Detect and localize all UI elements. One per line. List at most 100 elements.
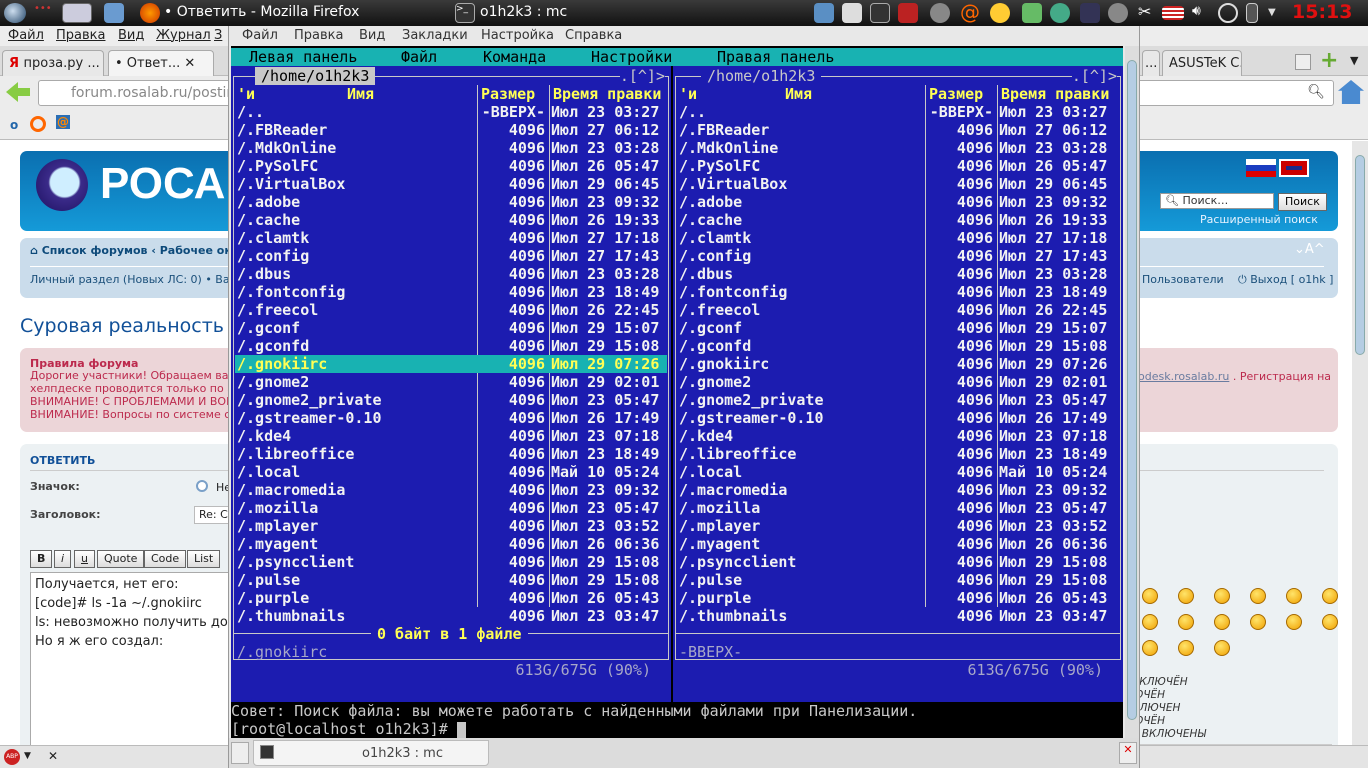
- tab-hidden[interactable]: ...: [1142, 50, 1160, 76]
- smiley-icon[interactable]: [1250, 614, 1266, 630]
- advanced-search-link[interactable]: Расширенный поиск: [1200, 213, 1318, 226]
- search-input[interactable]: 🔍︎ Поиск…: [1160, 193, 1274, 209]
- ff-menu-bookmarks[interactable]: З: [214, 28, 222, 43]
- smiley-icon[interactable]: [1178, 640, 1194, 656]
- keyboard-layout-us-icon[interactable]: [1162, 6, 1184, 20]
- mc-right-panel[interactable]: /home/o1h2k3 .[^]> 'и Имя Размер Время правки…: [673, 66, 1123, 702]
- tab-scroll-left-icon[interactable]: [1295, 54, 1311, 70]
- terminal[interactable]: Левая панель Файл Команда Настройки Прав…: [231, 46, 1123, 738]
- col-size[interactable]: Размер: [929, 85, 983, 103]
- file-row[interactable]: /.local 4096 Май 10 05:24: [677, 463, 1119, 481]
- file-row[interactable]: /.clamtk 4096 Июл 27 17:18: [235, 229, 667, 247]
- file-row[interactable]: /.VirtualBox 4096 Июл 29 06:45: [677, 175, 1119, 193]
- file-row[interactable]: /.fontconfig 4096 Июл 23 18:49: [677, 283, 1119, 301]
- file-row[interactable]: /.. -ВВЕРХ- Июл 23 03:27: [677, 103, 1119, 121]
- message-textarea[interactable]: Получается, нет его: [code]# ls -1a ~/.g…: [30, 572, 259, 745]
- file-row[interactable]: /.gconf 4096 Июл 29 15:07: [677, 319, 1119, 337]
- smiley-icon[interactable]: [1178, 588, 1194, 604]
- file-row[interactable]: /.mozilla 4096 Июл 23 05:47: [235, 499, 667, 517]
- new-tab-icon[interactable]: [231, 742, 249, 764]
- file-row[interactable]: /.. -ВВЕРХ- Июл 23 03:27: [235, 103, 667, 121]
- file-row[interactable]: /.freecol 4096 Июл 26 22:45: [235, 301, 667, 319]
- code-button[interactable]: Code: [144, 550, 187, 568]
- konsole-menu-view[interactable]: Вид: [359, 28, 385, 43]
- bold-button[interactable]: B: [30, 550, 53, 568]
- flag-ru-icon[interactable]: [1246, 159, 1276, 177]
- smiley-icon[interactable]: [1178, 614, 1194, 630]
- adblock-menu-icon[interactable]: ▼: [24, 751, 31, 761]
- page-scrollbar[interactable]: [1352, 141, 1368, 745]
- smiley-icon[interactable]: [1322, 588, 1338, 604]
- firefox-icon[interactable]: [140, 3, 160, 23]
- dots-icon[interactable]: •••: [34, 3, 54, 23]
- scissors-icon[interactable]: ✂: [1138, 2, 1158, 22]
- mc-menu-left[interactable]: Левая панель: [249, 48, 357, 66]
- battery-icon[interactable]: [1246, 3, 1258, 23]
- tab-list-icon[interactable]: ▼: [1350, 54, 1358, 67]
- file-row[interactable]: /.kde4 4096 Июл 23 07:18: [677, 427, 1119, 445]
- file-row[interactable]: /.gnome2 4096 Июл 29 02:01: [677, 373, 1119, 391]
- file-row[interactable]: /.macromedia 4096 Июл 23 09:32: [235, 481, 667, 499]
- clipboard-icon[interactable]: [842, 3, 862, 23]
- ff-menu-edit[interactable]: Правка: [56, 28, 105, 43]
- terminal-icon[interactable]: [870, 3, 890, 23]
- file-row[interactable]: /.myagent 4096 Июл 26 06:36: [677, 535, 1119, 553]
- underline-button[interactable]: u: [74, 550, 95, 568]
- sort-indicator[interactable]: 'и: [237, 85, 255, 103]
- panel-path[interactable]: /home/o1h2k3: [701, 67, 822, 85]
- font-size-control[interactable]: ⌄A^: [1294, 242, 1325, 257]
- file-row[interactable]: /.mplayer 4096 Июл 23 03:52: [677, 517, 1119, 535]
- download-icon[interactable]: [1022, 3, 1042, 23]
- file-row[interactable]: /.gconfd 4096 Июл 29 15:08: [677, 337, 1119, 355]
- file-row[interactable]: /.purple 4096 Июл 26 05:43: [235, 589, 667, 607]
- adblock-icon[interactable]: ABP: [4, 749, 20, 765]
- file-row[interactable]: /.gconf 4096 Июл 29 15:07: [235, 319, 667, 337]
- chat-icon[interactable]: [990, 3, 1010, 23]
- file-row[interactable]: /.freecol 4096 Июл 26 22:45: [677, 301, 1119, 319]
- personal-section-link[interactable]: Личный раздел (Новых ЛС: 0) • Ваш: [30, 273, 240, 286]
- file-row[interactable]: /.gnome2_private 4096 Июл 23 05:47: [235, 391, 667, 409]
- panel-history-control[interactable]: .[^]>: [1071, 67, 1117, 85]
- col-name[interactable]: Имя: [785, 85, 812, 103]
- file-row[interactable]: /.config 4096 Июл 27 17:43: [677, 247, 1119, 265]
- show-desktop-icon[interactable]: [62, 3, 92, 23]
- mc-menu-options[interactable]: Настройки: [591, 48, 672, 66]
- dictionary-icon[interactable]: [898, 3, 918, 23]
- file-row[interactable]: /.gnokiirc 4096 Июл 29 07:26: [235, 355, 667, 373]
- volume-icon[interactable]: 🔊︎: [1192, 3, 1212, 23]
- media-icon[interactable]: [930, 3, 950, 23]
- icon-radio[interactable]: [196, 480, 208, 492]
- col-time[interactable]: Время правки: [1001, 85, 1109, 103]
- app-menu-icon[interactable]: [4, 3, 26, 23]
- file-row[interactable]: /.psyncclient 4096 Июл 29 15:08: [235, 553, 667, 571]
- mc-menu-command[interactable]: Команда: [483, 48, 546, 66]
- smiley-icon[interactable]: [1286, 614, 1302, 630]
- file-row[interactable]: /.psyncclient 4096 Июл 29 15:08: [677, 553, 1119, 571]
- search-button[interactable]: Поиск: [1278, 193, 1327, 211]
- col-time[interactable]: Время правки: [553, 85, 661, 103]
- flag-uk-icon[interactable]: [1279, 159, 1309, 177]
- search-icon[interactable]: 🔍︎: [1307, 84, 1325, 100]
- file-row[interactable]: /.libreoffice 4096 Июл 23 18:49: [235, 445, 667, 463]
- file-row[interactable]: /.gnokiirc 4096 Июл 29 07:26: [677, 355, 1119, 373]
- file-row[interactable]: /.purple 4096 Июл 26 05:43: [677, 589, 1119, 607]
- smiley-icon[interactable]: [1286, 588, 1302, 604]
- helpdesk-link[interactable]: odesk.rosalab.ru: [1138, 370, 1229, 383]
- file-row[interactable]: /.local 4096 Май 10 05:24: [235, 463, 667, 481]
- mail-agent-icon[interactable]: @: [960, 0, 980, 24]
- file-row[interactable]: /.kde4 4096 Июл 23 07:18: [235, 427, 667, 445]
- konsole-menu-settings[interactable]: Настройка: [481, 28, 554, 43]
- file-row[interactable]: /.fontconfig 4096 Июл 23 18:49: [235, 283, 667, 301]
- file-manager-icon[interactable]: [104, 3, 124, 23]
- file-row[interactable]: /.mplayer 4096 Июл 23 03:52: [235, 517, 667, 535]
- system-monitor-icon[interactable]: [814, 3, 834, 23]
- italic-button[interactable]: i: [54, 550, 72, 568]
- members-link[interactable]: Пользователи: [1142, 273, 1224, 286]
- clock[interactable]: 15:13: [1292, 1, 1352, 23]
- smiley-icon[interactable]: [1142, 640, 1158, 656]
- smiley-icon[interactable]: [1214, 640, 1230, 656]
- usb-icon[interactable]: [1218, 3, 1238, 23]
- file-row[interactable]: /.mozilla 4096 Июл 23 05:47: [677, 499, 1119, 517]
- konsole-menu-help[interactable]: Справка: [565, 28, 622, 43]
- bookmark-target-icon[interactable]: [30, 116, 46, 132]
